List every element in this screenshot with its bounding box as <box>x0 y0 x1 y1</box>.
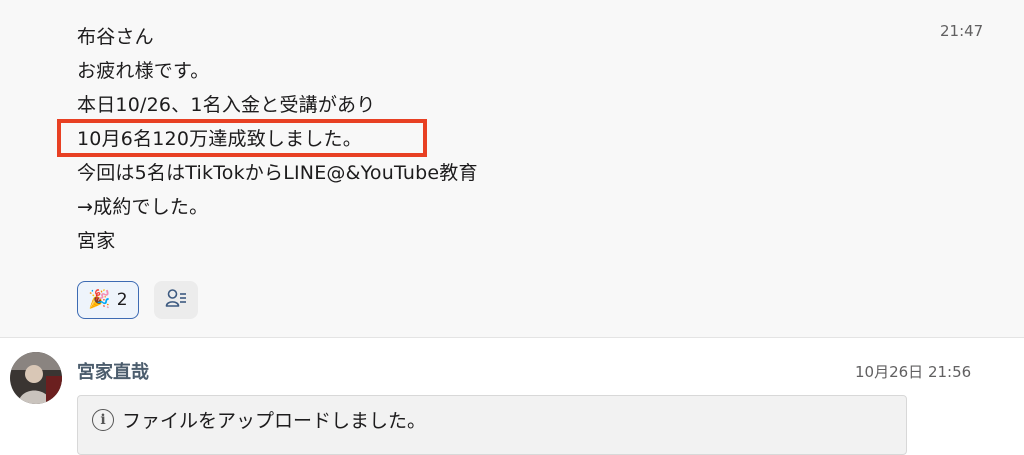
red-highlight-box <box>57 119 427 157</box>
add-reaction-icon <box>165 288 187 312</box>
reaction-count: 2 <box>116 290 128 310</box>
info-icon: i <box>92 408 114 431</box>
message-line: 本日10/26、1名入金と受講があり <box>77 94 376 116</box>
message-line: 布谷さん <box>77 26 154 48</box>
message-line: お疲れ様です。 <box>77 60 210 82</box>
avatar[interactable] <box>10 352 62 404</box>
file-upload-notice[interactable]: i ファイルをアップロードしました。 <box>77 395 907 455</box>
message-1-timestamp[interactable]: 21:47 <box>940 22 983 40</box>
sender-name[interactable]: 宮家直哉 <box>77 358 149 384</box>
message-2-timestamp[interactable]: 10月26日 21:56 <box>855 361 971 382</box>
add-reaction-button[interactable] <box>154 281 198 319</box>
message-line: 今回は5名はTikTokからLINE@&YouTube教育 <box>77 162 478 184</box>
party-popper-icon: 🎉 <box>88 289 111 310</box>
message-line: →成約でした。 <box>77 196 209 218</box>
reaction-party-popper[interactable]: 🎉 2 <box>77 281 139 319</box>
file-upload-text: ファイルをアップロードしました。 <box>122 410 427 432</box>
message-line: 宮家 <box>77 230 116 252</box>
